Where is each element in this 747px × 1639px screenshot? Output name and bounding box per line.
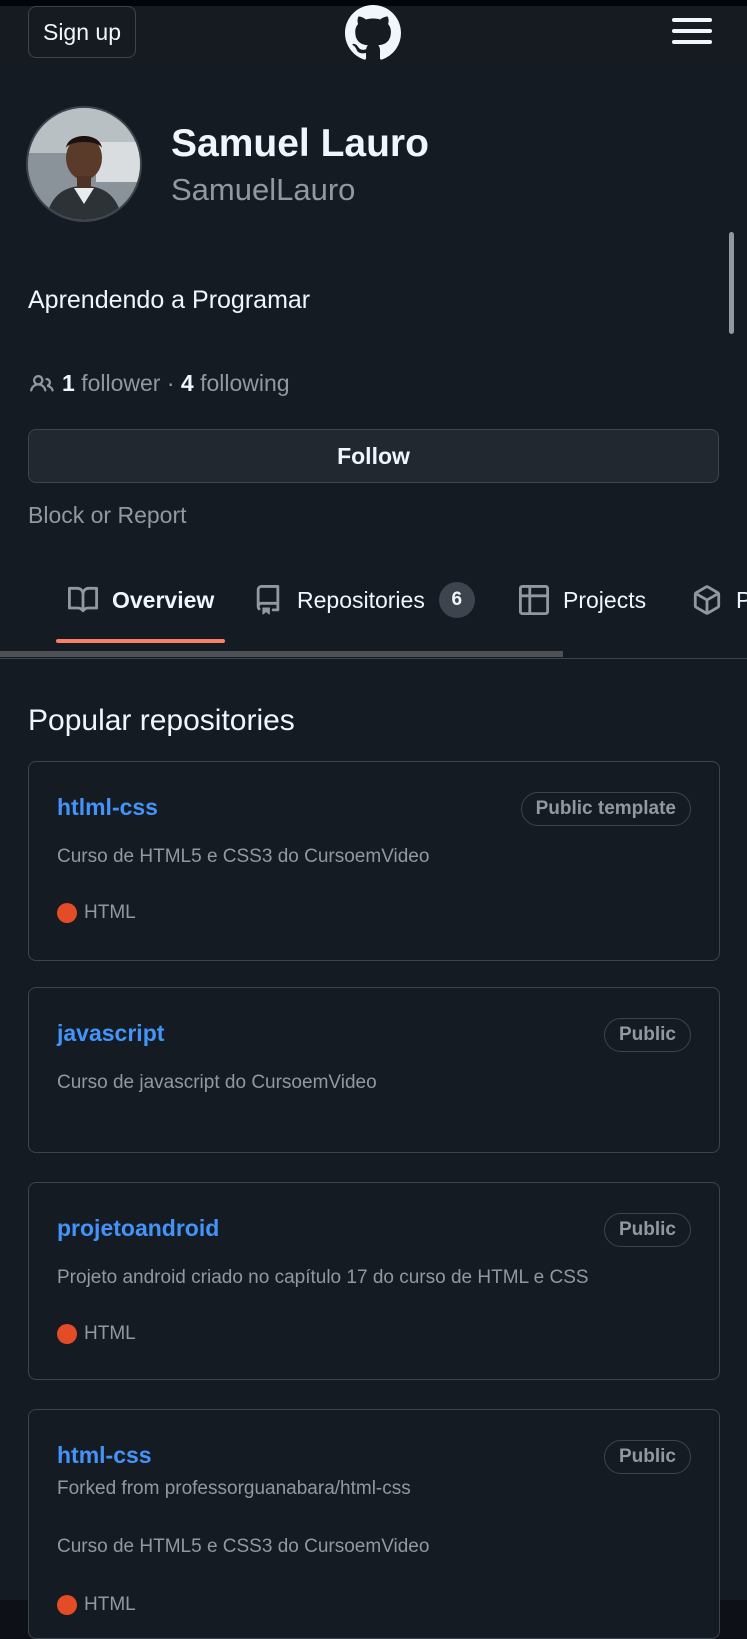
language-name: HTML bbox=[84, 1594, 136, 1615]
tab-repositories-label: Repositories bbox=[297, 586, 425, 613]
repo-name-link[interactable]: javascript bbox=[57, 1020, 164, 1047]
followers-link[interactable]: follower bbox=[81, 370, 160, 397]
language-color-dot bbox=[57, 903, 77, 923]
tab-projects-label: Projects bbox=[563, 586, 647, 613]
repo-description: Curso de HTML5 e CSS3 do CursoemVideo bbox=[57, 846, 430, 867]
tabs-scrollbar[interactable] bbox=[0, 651, 563, 657]
repo-language: HTML bbox=[57, 902, 136, 924]
following-link[interactable]: following bbox=[200, 370, 290, 397]
people-icon bbox=[30, 374, 54, 392]
tab-overview[interactable]: Overview bbox=[68, 582, 214, 618]
package-icon bbox=[693, 585, 721, 615]
tab-packages[interactable]: P bbox=[692, 582, 747, 618]
repositories-count-badge: 6 bbox=[438, 582, 475, 618]
popular-repositories-heading: Popular repositories bbox=[28, 704, 295, 737]
followers-count[interactable]: 1 bbox=[62, 370, 75, 397]
repo-icon bbox=[256, 585, 280, 615]
profile-name: Samuel Lauro bbox=[171, 122, 429, 165]
followers-summary: 1 follower · 4 following bbox=[28, 370, 290, 397]
forked-from-link[interactable]: Forked from professorguanabara/html-css bbox=[57, 1478, 411, 1500]
repo-description: Curso de javascript do CursoemVideo bbox=[57, 1072, 377, 1093]
repo-name-link[interactable]: htlml-css bbox=[57, 794, 158, 821]
hamburger-menu-icon[interactable] bbox=[672, 18, 712, 46]
tab-projects[interactable]: Projects bbox=[519, 582, 646, 618]
visibility-badge: Public template bbox=[520, 792, 691, 826]
repo-name-link[interactable]: projetoandroid bbox=[57, 1215, 219, 1242]
avatar[interactable] bbox=[26, 106, 142, 222]
visibility-badge: Public bbox=[603, 1018, 691, 1052]
table-icon bbox=[519, 585, 549, 615]
repo-name-link[interactable]: html-css bbox=[57, 1442, 152, 1469]
repo-card: projetoandroid Public Projeto android cr… bbox=[28, 1182, 720, 1380]
avatar-photo bbox=[28, 108, 140, 220]
tab-packages-label: P bbox=[736, 586, 747, 613]
tabs-divider bbox=[0, 658, 747, 659]
language-name: HTML bbox=[84, 902, 136, 923]
repo-card: htlml-css Public template Curso de HTML5… bbox=[28, 761, 720, 961]
repo-card: html-css Public Forked from professorgua… bbox=[28, 1409, 720, 1639]
book-icon bbox=[68, 586, 98, 613]
tab-selected-underline bbox=[56, 639, 225, 643]
tab-repositories[interactable]: Repositories 6 bbox=[253, 582, 475, 618]
separator: · bbox=[166, 370, 175, 396]
language-color-dot bbox=[57, 1324, 77, 1344]
follow-button[interactable]: Follow bbox=[28, 429, 719, 483]
following-count[interactable]: 4 bbox=[181, 370, 194, 397]
repo-language: HTML bbox=[57, 1594, 136, 1616]
repo-language: HTML bbox=[57, 1323, 136, 1345]
tab-overview-label: Overview bbox=[112, 586, 215, 613]
visibility-badge: Public bbox=[603, 1440, 691, 1474]
github-mark-icon[interactable] bbox=[345, 5, 401, 61]
sign-up-button[interactable]: Sign up bbox=[28, 6, 136, 58]
repo-description: Curso de HTML5 e CSS3 do CursoemVideo bbox=[57, 1536, 430, 1557]
profile-bio: Aprendendo a Programar bbox=[28, 286, 311, 314]
header: Sign up bbox=[0, 0, 747, 62]
visibility-badge: Public bbox=[603, 1213, 691, 1247]
language-name: HTML bbox=[84, 1323, 136, 1344]
repo-card: javascript Public Curso de javascript do… bbox=[28, 987, 720, 1153]
repo-description: Projeto android criado no capítulo 17 do… bbox=[57, 1267, 589, 1288]
profile-username: SamuelLauro bbox=[171, 172, 356, 207]
language-color-dot bbox=[57, 1595, 77, 1615]
page-scrollbar[interactable] bbox=[729, 232, 734, 334]
block-or-report-link[interactable]: Block or Report bbox=[28, 502, 187, 529]
